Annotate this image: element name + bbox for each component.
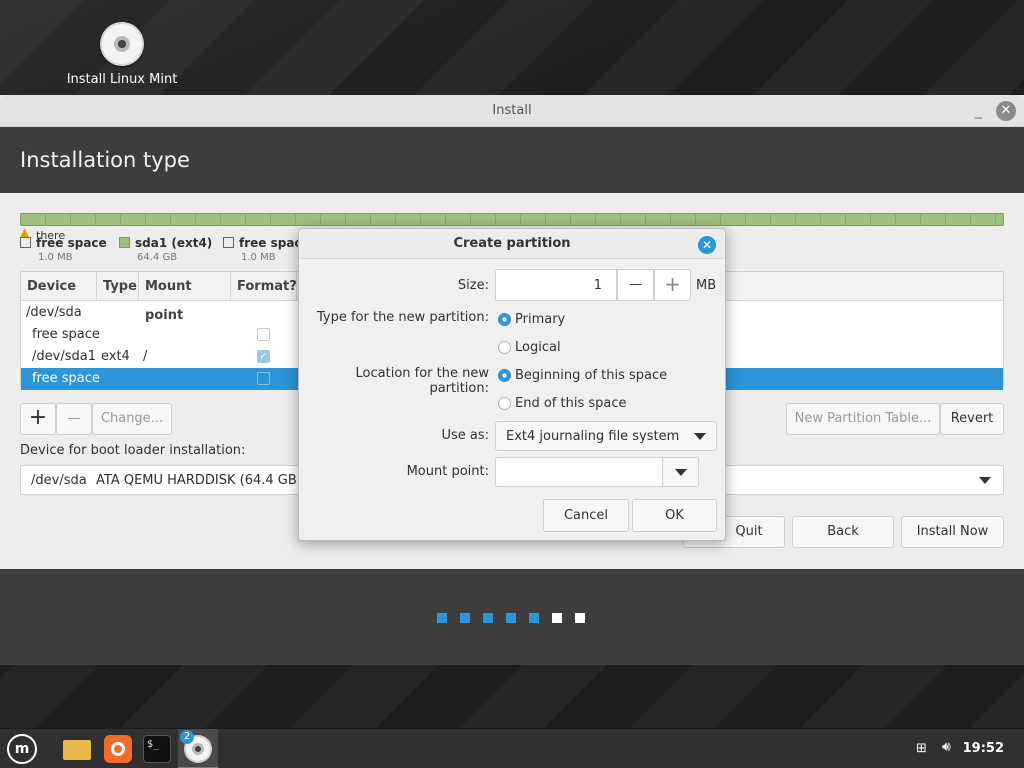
row-device: free space [32, 327, 100, 342]
size-increase-button[interactable]: + [654, 269, 691, 301]
location-beginning-label[interactable]: Beginning of this space [515, 368, 667, 383]
bootloader-device: /dev/sda [31, 473, 87, 488]
legend-item-free-space-1: free space 1.0 MB [20, 236, 107, 263]
page-title: Installation type [0, 127, 1024, 193]
mount-point-input[interactable] [495, 457, 663, 487]
column-mount-point[interactable]: Mount point [139, 272, 231, 323]
size-unit: MB [696, 278, 717, 293]
progress-dot-done [483, 613, 493, 623]
firefox-launcher[interactable] [102, 733, 134, 765]
size-value: 1 [593, 278, 602, 293]
window-title: Install [492, 103, 532, 118]
mint-logo-icon: m [7, 734, 37, 764]
create-partition-dialog: Create partition ✕ Size: 1 — + MB Type f… [298, 228, 726, 541]
legend-swatch [20, 237, 31, 248]
format-checkbox[interactable] [257, 372, 270, 385]
change-partition-button[interactable]: Change... [92, 403, 172, 435]
desktop-install-icon[interactable]: Install Linux Mint [62, 22, 182, 87]
type-primary-radio[interactable] [498, 313, 511, 326]
legend-item-free-space-2: free spac 1.0 MB [223, 236, 302, 263]
legend-size: 1.0 MB [38, 252, 73, 263]
column-type[interactable]: Type [97, 272, 139, 301]
window-count-badge: 2 [180, 730, 194, 744]
revert-button[interactable]: Revert [940, 403, 1004, 435]
location-beginning-radio[interactable] [498, 369, 511, 382]
window-titlebar[interactable]: Install _ ✕ [0, 95, 1024, 127]
row-type: ext4 [101, 349, 130, 364]
legend-name: free spac [239, 236, 302, 250]
partition-type-label: Type for the new partition: [316, 310, 489, 325]
progress-dot-done [460, 613, 470, 623]
progress-dot-pending [575, 613, 585, 623]
cancel-button[interactable]: Cancel [543, 499, 629, 532]
ok-button[interactable]: OK [632, 499, 717, 532]
network-icon[interactable]: ⊞ [916, 741, 932, 757]
bootloader-label: Device for boot loader installation: [20, 443, 246, 458]
files-launcher[interactable] [61, 733, 93, 765]
taskbar: m $_ 2 ⊞ 🔊︎ 19:52 [0, 728, 1024, 768]
terminal-launcher[interactable]: $_ [141, 733, 173, 765]
folder-icon [63, 740, 91, 760]
progress-dot-pending [552, 613, 562, 623]
row-device: /dev/sda [26, 305, 82, 320]
chevron-down-icon [675, 469, 687, 476]
legend-name: free space [36, 236, 107, 250]
minimize-button[interactable]: _ [975, 95, 982, 127]
legend-item-sda1: sda1 (ext4) 64.4 GB [119, 236, 212, 263]
progress-dot-done [437, 613, 447, 623]
type-primary-label[interactable]: Primary [515, 312, 565, 327]
remove-partition-button[interactable]: — [56, 403, 92, 435]
volume-icon[interactable]: 🔊︎ [942, 739, 960, 757]
location-label: Location for the new partition: [355, 366, 489, 396]
legend-name: sda1 (ext4) [135, 236, 213, 250]
use-as-value: Ext4 journaling file system [506, 429, 680, 444]
dialog-title: Create partition [299, 229, 725, 259]
type-logical-radio[interactable] [498, 341, 511, 354]
size-input[interactable]: 1 [495, 269, 617, 301]
location-end-label[interactable]: End of this space [515, 396, 627, 411]
size-decrease-button[interactable]: — [617, 269, 654, 301]
row-device: /dev/sda1 [32, 349, 96, 364]
bootloader-description: ATA QEMU HARDDISK (64.4 GB) [96, 473, 302, 488]
legend-size: 64.4 GB [137, 252, 178, 263]
dialog-close-button[interactable]: ✕ [698, 236, 716, 254]
format-checkbox-checked[interactable]: ✓ [257, 350, 270, 363]
legend-size: 1.0 MB [241, 252, 276, 263]
install-now-button[interactable]: Install Now [901, 516, 1004, 548]
window-close-button[interactable]: ✕ [996, 101, 1016, 121]
mount-point-dropdown-button[interactable] [662, 457, 699, 487]
size-label: Size: [457, 278, 489, 293]
row-device: free space [32, 371, 100, 386]
location-end-radio[interactable] [498, 397, 511, 410]
clock[interactable]: 19:52 [963, 729, 1004, 768]
firefox-icon [104, 735, 132, 763]
chevron-down-icon [979, 477, 991, 484]
progress-dot-done [506, 613, 516, 623]
back-button[interactable]: Back [792, 516, 894, 548]
type-logical-label[interactable]: Logical [515, 340, 561, 355]
format-checkbox[interactable] [257, 328, 270, 341]
chevron-down-icon [694, 433, 706, 440]
mount-point-label: Mount point: [406, 464, 489, 479]
use-as-select[interactable]: Ext4 journaling file system [495, 421, 717, 451]
menu-button[interactable]: m [6, 733, 38, 765]
legend-swatch [119, 237, 130, 248]
use-as-label: Use as: [441, 428, 489, 443]
terminal-icon: $_ [143, 735, 171, 763]
column-device[interactable]: Device [21, 272, 97, 301]
desktop-icon-label: Install Linux Mint [66, 72, 178, 87]
new-partition-table-button[interactable]: New Partition Table... [786, 403, 940, 435]
installer-task-button[interactable]: 2 [178, 729, 218, 768]
row-mount: / [143, 349, 148, 364]
column-format[interactable]: Format? [231, 272, 297, 301]
partition-bar [20, 213, 1004, 226]
disc-icon [100, 22, 144, 66]
progress-footer [0, 569, 1024, 665]
add-partition-button[interactable]: + [20, 403, 56, 435]
progress-dot-done [529, 613, 539, 623]
legend-swatch [223, 237, 234, 248]
